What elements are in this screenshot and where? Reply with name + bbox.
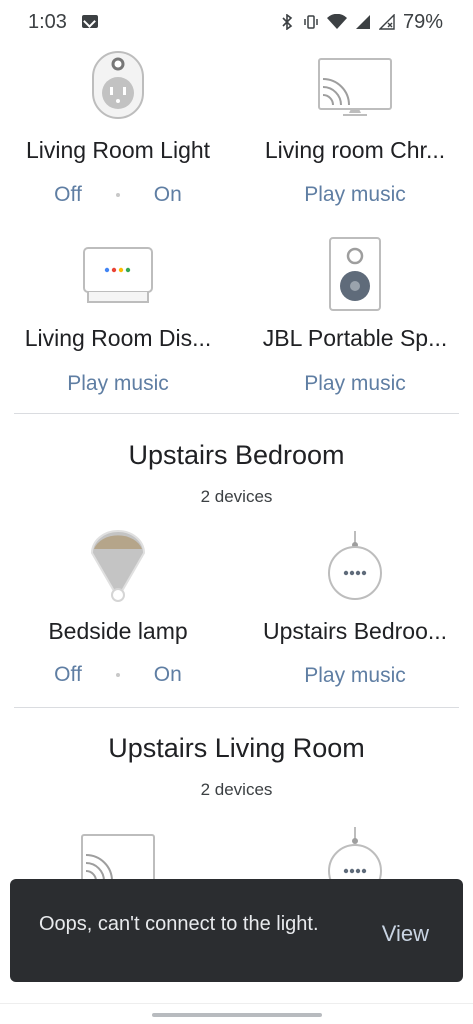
- device-tile-bedside-lamp[interactable]: Bedside lamp Off On: [0, 525, 236, 700]
- off-button[interactable]: Off: [54, 183, 82, 207]
- play-music-button[interactable]: Play music: [0, 372, 236, 396]
- vibrate-icon: [304, 15, 318, 29]
- device-tile-living-room-display[interactable]: Living Room Dis... Play music: [0, 230, 236, 405]
- play-music-button[interactable]: Play music: [237, 372, 473, 396]
- smart-plug-icon: [92, 51, 144, 119]
- room-title[interactable]: Upstairs Bedroom: [0, 440, 473, 471]
- device-name: Upstairs Bedroo...: [262, 618, 448, 644]
- battery-percent: 79%: [402, 10, 443, 33]
- room-device-count: 2 devices: [200, 487, 273, 506]
- no-signal-icon: [378, 14, 395, 30]
- status-time: 1:03: [28, 11, 67, 33]
- device-name: Living room Chr...: [264, 137, 446, 163]
- device-tile-upstairs-bedroom-speaker[interactable]: Upstairs Bedroo... Play music: [237, 525, 473, 700]
- device-name: Living Room Light: [25, 137, 211, 163]
- error-snackbar: Oops, can't connect to the light. View: [10, 879, 463, 982]
- section-divider: [14, 413, 459, 414]
- bluetooth-icon: [282, 14, 293, 30]
- light-toggle-row: Off On: [0, 183, 236, 207]
- device-name: Bedside lamp: [48, 618, 188, 644]
- play-music-button[interactable]: Play music: [237, 183, 473, 207]
- room-title[interactable]: Upstairs Living Room: [0, 733, 473, 764]
- tv-cast-icon: [318, 58, 392, 116]
- bulb-icon: [90, 529, 146, 602]
- on-button[interactable]: On: [154, 183, 182, 207]
- nav-divider: [0, 1003, 473, 1004]
- section-divider: [14, 707, 459, 708]
- speaker-icon: [329, 237, 381, 311]
- device-tile-jbl-speaker[interactable]: JBL Portable Sp... Play music: [237, 230, 473, 405]
- separator-dot: [115, 193, 120, 197]
- room-device-count: 2 devices: [200, 780, 273, 799]
- smart-display-icon: [83, 247, 153, 303]
- status-bar: 1:03 79%: [0, 0, 473, 44]
- smart-speaker-icon: [328, 531, 382, 600]
- on-button[interactable]: On: [154, 663, 182, 687]
- device-name: Living Room Dis...: [24, 325, 212, 351]
- status-icons: 79%: [279, 9, 443, 35]
- wifi-icon: [326, 14, 347, 29]
- view-button[interactable]: View: [382, 921, 429, 947]
- gmail-icon: [82, 15, 98, 28]
- device-tile-chromecast[interactable]: Living room Chr... Play music: [237, 44, 473, 214]
- snackbar-message: Oops, can't connect to the light.: [39, 913, 319, 935]
- off-button[interactable]: Off: [54, 663, 82, 687]
- play-music-button[interactable]: Play music: [237, 664, 473, 688]
- home-gesture-bar[interactable]: [152, 1013, 322, 1017]
- separator-dot: [115, 673, 120, 677]
- tv-cast-icon[interactable]: [80, 833, 156, 883]
- cell-signal-icon: [355, 15, 370, 29]
- device-name: JBL Portable Sp...: [262, 325, 448, 351]
- light-toggle-row: Off On: [0, 663, 236, 687]
- device-tile-living-room-light[interactable]: Living Room Light Off On: [0, 44, 236, 214]
- smart-speaker-icon[interactable]: [327, 825, 383, 883]
